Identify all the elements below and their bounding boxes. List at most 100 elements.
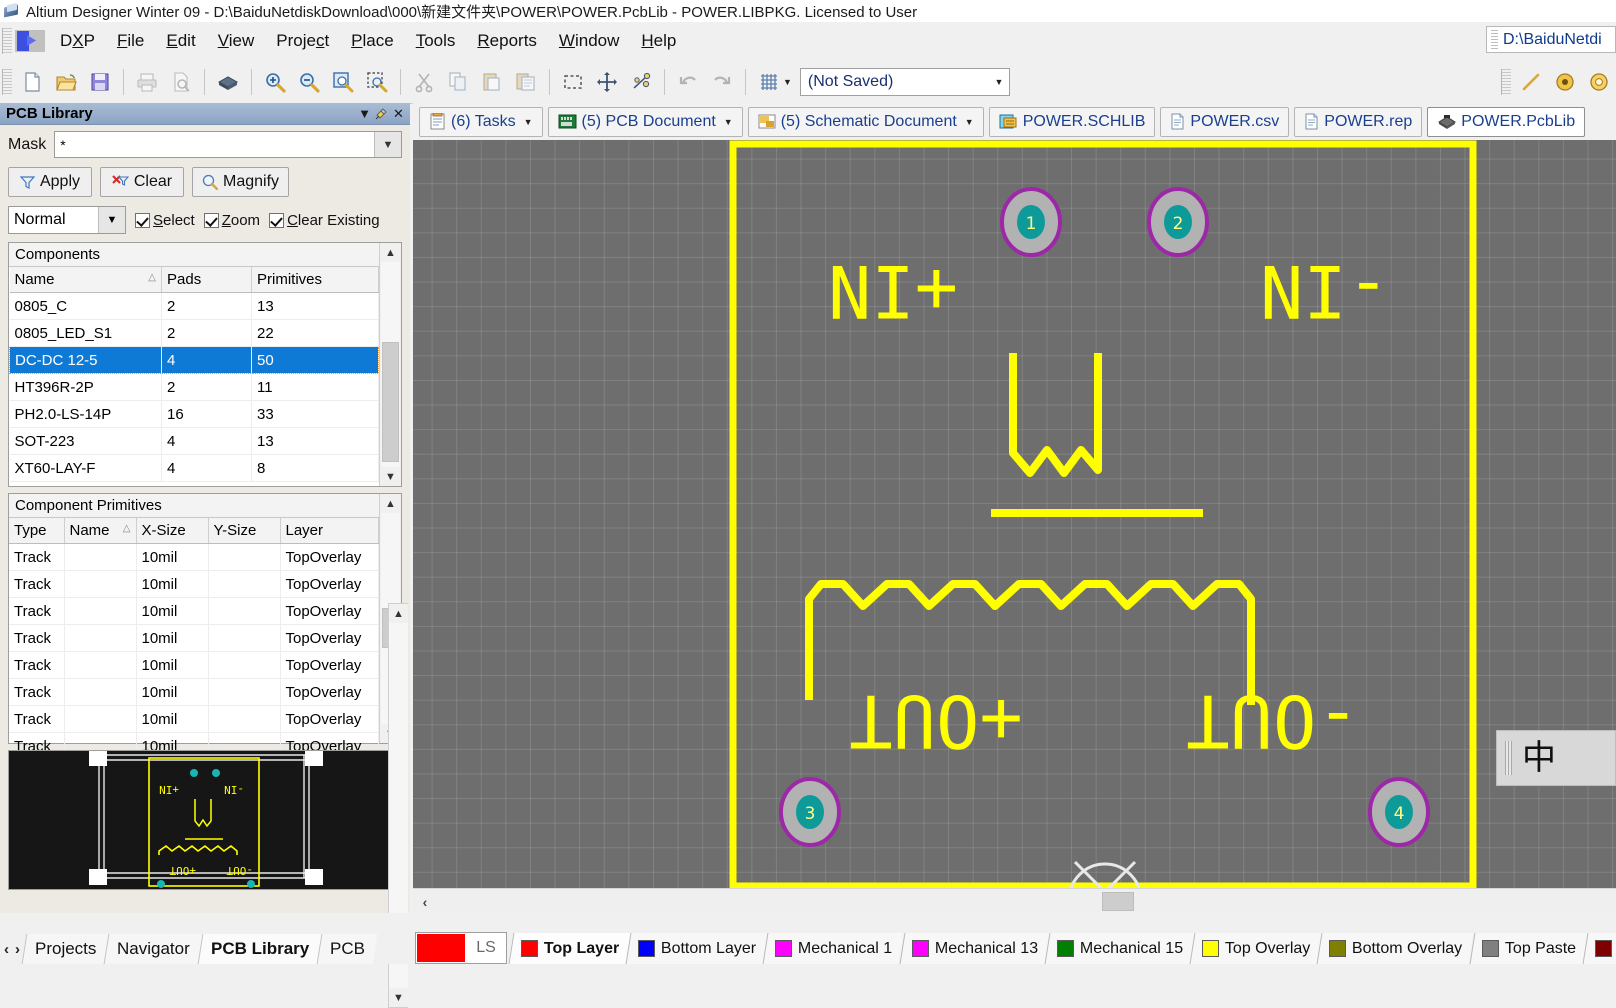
clear-button[interactable]: Clear [100, 167, 184, 197]
tab-tasks[interactable]: (6) Tasks ▼ [419, 106, 543, 137]
layer-tab-bottom-overlay[interactable]: Bottom Overlay [1316, 933, 1475, 964]
save-state-caret-icon[interactable]: ▼ [989, 69, 1009, 95]
layer-tab-mechanical-13[interactable]: Mechanical 13 [899, 933, 1050, 964]
chevron-down-icon[interactable]: ▼ [356, 105, 373, 122]
table-row-selected[interactable]: DC-DC 12-5 4 50 [9, 346, 379, 374]
layer-tab-bottom-layer[interactable]: Bottom Layer [625, 933, 768, 964]
components-col-primitives[interactable]: Primitives [251, 267, 379, 293]
paste-special-icon[interactable] [510, 66, 542, 98]
path-display-box[interactable]: D:\BaiduNetdi [1486, 26, 1616, 53]
undo-icon[interactable] [672, 66, 704, 98]
primitives-col-name[interactable]: Name △ [64, 518, 137, 544]
mode-select[interactable]: Normal ▼ [8, 206, 126, 234]
table-row[interactable]: XT60-LAY-F 4 8 [9, 454, 379, 482]
components-col-pads[interactable]: Pads [161, 267, 252, 293]
table-row[interactable]: PH2.0-LS-14P 16 33 [9, 400, 379, 428]
tab-pcb-document[interactable]: (5) PCB Document ▼ [547, 106, 743, 137]
scroll-up-icon[interactable]: ▲ [389, 604, 408, 623]
magnify-button[interactable]: Magnify [192, 167, 290, 197]
align-icon[interactable] [625, 66, 657, 98]
primitives-col-layer[interactable]: Layer [280, 518, 379, 544]
layer-tab-top-paste[interactable]: Top Paste [1469, 933, 1588, 964]
layer-tab-mechanical-1[interactable]: Mechanical 1 [762, 933, 905, 964]
print-preview-icon[interactable] [165, 66, 197, 98]
table-row[interactable]: Track 10mil TopOverlay [9, 705, 379, 733]
table-row[interactable]: HT396R-2P 2 11 [9, 373, 379, 401]
menu-place[interactable]: Place [340, 27, 405, 55]
layer-tab-top-overlay[interactable]: Top Overlay [1189, 933, 1322, 964]
print-icon[interactable] [131, 66, 163, 98]
table-row[interactable]: Track 10mil TopOverlay [9, 543, 379, 571]
table-row[interactable]: Track 10mil TopOverlay [9, 678, 379, 706]
table-row[interactable]: Track 10mil TopOverlay [9, 597, 379, 625]
canvas-horizontal-scrollbar[interactable]: ‹ [413, 888, 1616, 914]
table-row[interactable]: SOT-223 4 13 [9, 427, 379, 455]
components-scroll-track[interactable] [381, 262, 400, 467]
tab-power-csv[interactable]: POWER.csv [1160, 106, 1290, 137]
panel-tab-pcb-library[interactable]: PCB Library [197, 934, 322, 964]
apply-button[interactable]: Apply [8, 167, 92, 197]
zoom-area-icon[interactable] [361, 66, 393, 98]
panel-tab-pcb[interactable]: PCB [317, 934, 378, 964]
tab-power-rep[interactable]: POWER.rep [1294, 106, 1423, 137]
zoom-in-icon[interactable] [259, 66, 291, 98]
panel-tab-projects[interactable]: Projects [21, 934, 109, 964]
layer-tab-top-layer[interactable]: Top Layer [508, 933, 631, 964]
chevron-down-icon[interactable]: ▼ [724, 117, 733, 127]
tab-power-schlib[interactable]: POWER.SCHLIB [988, 106, 1156, 137]
mode-caret-icon[interactable]: ▼ [98, 207, 125, 233]
toolbar-gripper[interactable] [2, 68, 12, 95]
mask-input[interactable]: * ▼ [54, 131, 402, 158]
select-area-icon[interactable] [557, 66, 589, 98]
close-icon[interactable]: ✕ [390, 105, 407, 122]
primitives-col-xsize[interactable]: X-Size [136, 518, 209, 544]
menu-help[interactable]: Help [630, 27, 687, 55]
menu-tools[interactable]: Tools [405, 27, 467, 55]
tab-power-pcblib[interactable]: POWER.PcbLib [1427, 106, 1586, 137]
clear-existing-checkbox-box[interactable] [269, 212, 285, 228]
menu-edit[interactable]: Edit [155, 27, 206, 55]
redo-icon[interactable] [706, 66, 738, 98]
menu-window[interactable]: Window [548, 27, 630, 55]
place-pad-icon[interactable] [1549, 66, 1581, 98]
zoom-out-icon[interactable] [293, 66, 325, 98]
table-row[interactable]: Track 10mil TopOverlay [9, 624, 379, 652]
panel-tab-nav[interactable]: ‹ › [0, 934, 24, 964]
mask-dropdown-caret-icon[interactable]: ▼ [374, 132, 401, 157]
save-state-combo[interactable]: (Not Saved) ▼ [799, 67, 1010, 96]
table-row[interactable]: Track 10mil TopOverlay [9, 651, 379, 679]
place-line-icon[interactable] [1515, 66, 1547, 98]
cut-icon[interactable] [408, 66, 440, 98]
table-row[interactable]: 0805_LED_S1 2 22 [9, 319, 379, 347]
layer-tab-bottom-paste[interactable]: Bo [1582, 933, 1616, 964]
tab-schematic-document[interactable]: (5) Schematic Document ▼ [747, 106, 984, 137]
scroll-down-icon[interactable]: ▼ [389, 988, 408, 1007]
pin-icon[interactable] [373, 105, 390, 122]
zoom-checkbox[interactable]: Zoom [203, 212, 260, 229]
menu-dxp[interactable]: DXP [49, 27, 106, 55]
zoom-document-icon[interactable] [327, 66, 359, 98]
panel-tab-prev-icon[interactable]: ‹ [4, 941, 9, 958]
zoom-checkbox-box[interactable] [203, 212, 219, 228]
menu-file[interactable]: File [106, 27, 155, 55]
scroll-left-icon[interactable]: ‹ [413, 890, 437, 914]
place-via-icon[interactable] [1583, 66, 1615, 98]
new-document-icon[interactable] [16, 66, 48, 98]
scroll-up-icon[interactable]: ▲ [381, 494, 400, 513]
board-3d-icon[interactable] [212, 66, 244, 98]
chevron-down-icon[interactable]: ▼ [524, 117, 533, 127]
menu-reports[interactable]: Reports [466, 27, 548, 55]
select-checkbox[interactable]: Select [135, 212, 195, 229]
layer-set-selector[interactable]: LS [415, 932, 507, 964]
scroll-up-icon[interactable]: ▲ [381, 243, 400, 262]
grid-icon[interactable] [753, 66, 785, 98]
menu-project[interactable]: Project [265, 27, 340, 55]
component-preview[interactable]: +IN -IN +OUT -OUT [8, 750, 402, 890]
placement-toolbar-gripper[interactable] [1501, 68, 1511, 95]
layer-tab-mechanical-15[interactable]: Mechanical 15 [1044, 933, 1195, 964]
move-icon[interactable] [591, 66, 623, 98]
ime-mode-label[interactable]: 中 [1522, 741, 1556, 775]
clear-existing-checkbox[interactable]: Clear Existing [269, 212, 380, 229]
components-col-name[interactable]: Name △ [9, 267, 162, 293]
scroll-down-icon[interactable]: ▼ [381, 467, 400, 486]
